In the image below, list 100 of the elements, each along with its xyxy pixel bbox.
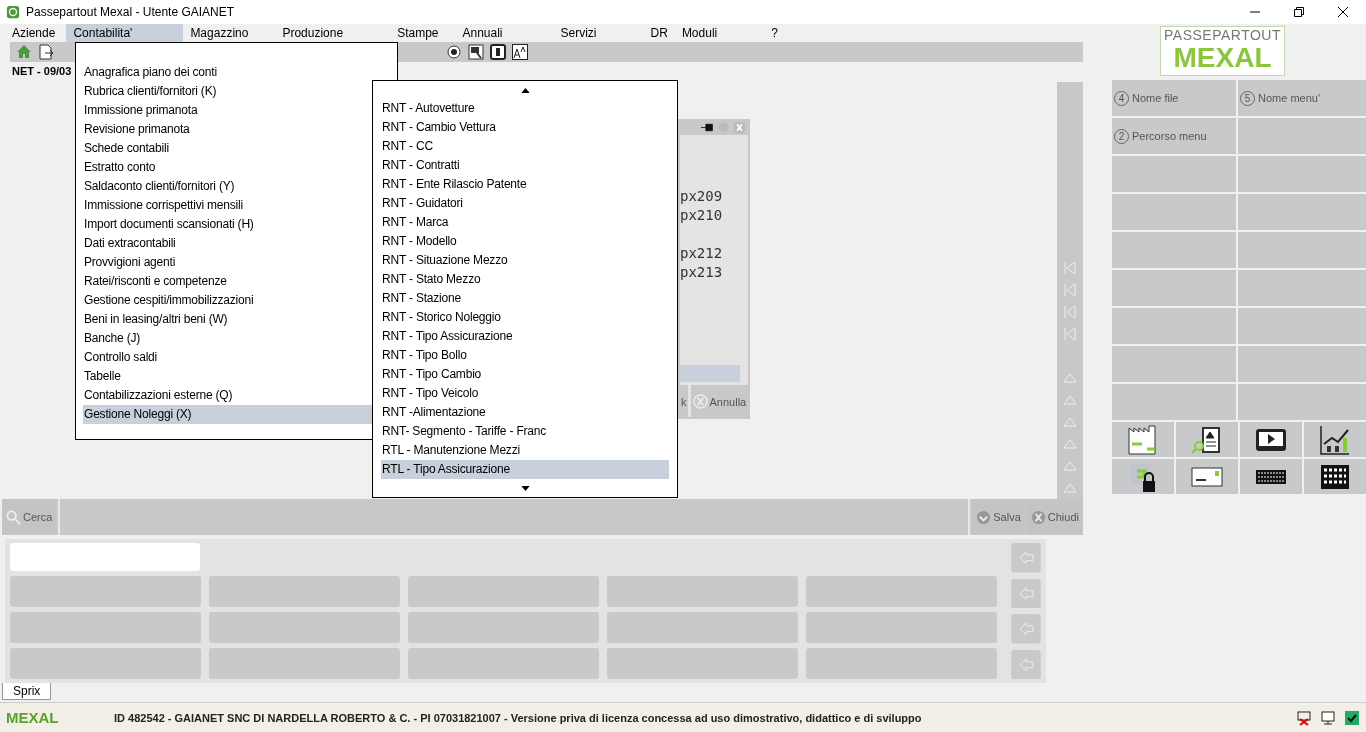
menu-item[interactable]: Contabilita' bbox=[66, 24, 184, 42]
close-button[interactable]: Chiudi bbox=[1026, 499, 1083, 535]
scroll-down-icon[interactable] bbox=[520, 486, 530, 491]
keypad-key[interactable] bbox=[209, 648, 400, 679]
menu-item[interactable]: Gestione cespiti/immobilizzazioni bbox=[83, 291, 254, 310]
menu-item[interactable]: RTL - Manutenzione Mezzi bbox=[381, 441, 669, 460]
menu-item[interactable]: RNT - Contratti bbox=[381, 156, 669, 175]
keypad-key[interactable] bbox=[10, 612, 201, 643]
menu-item[interactable]: RNT - Tipo Assicurazione bbox=[381, 327, 669, 346]
menu-item[interactable]: Servizi bbox=[553, 24, 604, 42]
envelope-icon[interactable] bbox=[1176, 459, 1238, 494]
menu-item[interactable]: Estratto conto bbox=[83, 158, 156, 177]
empty-cell[interactable] bbox=[1238, 232, 1366, 268]
up-icon[interactable] bbox=[1063, 415, 1077, 429]
menu-item[interactable]: RNT - Stazione bbox=[381, 289, 669, 308]
menu-item[interactable]: RNT - CC bbox=[381, 137, 669, 156]
home-icon[interactable] bbox=[16, 44, 32, 60]
menu-item[interactable]: Tabelle bbox=[83, 367, 121, 386]
menu-item[interactable]: Immissione primanota bbox=[83, 101, 198, 120]
menu-item[interactable]: RNT - Marca bbox=[381, 213, 669, 232]
keypad-key[interactable] bbox=[607, 612, 798, 643]
menu-item[interactable]: RNT- Segmento - Tariffe - Franc bbox=[381, 422, 669, 441]
chart-icon[interactable] bbox=[1304, 422, 1366, 457]
menu-item[interactable]: Ratei/risconti e competenze bbox=[83, 272, 227, 291]
empty-cell[interactable] bbox=[1112, 308, 1236, 344]
search-button[interactable]: Cerca bbox=[2, 499, 57, 535]
confirm-button[interactable]: k bbox=[680, 385, 688, 418]
menu-item[interactable]: RNT - Autovetture bbox=[381, 99, 669, 118]
menu-item[interactable]: Magazzino bbox=[183, 24, 256, 42]
lock-document-icon[interactable] bbox=[1112, 459, 1174, 494]
menu-item[interactable]: Schede contabili bbox=[83, 139, 169, 158]
maximize-icon[interactable] bbox=[1294, 7, 1304, 17]
tab[interactable]: Sprix bbox=[2, 683, 52, 700]
menu-item[interactable]: RNT - Situazione Mezzo bbox=[381, 251, 669, 270]
empty-cell[interactable] bbox=[1238, 308, 1366, 344]
input-field[interactable] bbox=[10, 543, 200, 571]
keyboard-icon[interactable] bbox=[1240, 459, 1302, 494]
menu-item[interactable]: RNT - Tipo Bollo bbox=[381, 346, 669, 365]
menu-item[interactable]: Contabilizzazioni esterne (Q) bbox=[83, 386, 233, 405]
keypad-key[interactable] bbox=[10, 576, 201, 607]
empty-cell[interactable] bbox=[1112, 384, 1236, 420]
backspace-icon[interactable] bbox=[1011, 543, 1041, 573]
keypad-key[interactable] bbox=[209, 612, 400, 643]
save-button[interactable]: Salva bbox=[972, 499, 1025, 535]
keypad-key[interactable] bbox=[209, 576, 400, 607]
info-cell[interactable]: 2 Percorso menu bbox=[1112, 118, 1236, 154]
radio-icon[interactable] bbox=[446, 44, 462, 60]
empty-cell[interactable] bbox=[1238, 346, 1366, 382]
empty-cell[interactable] bbox=[1238, 156, 1366, 192]
menu-item[interactable]: Provvigioni agenti bbox=[83, 253, 176, 272]
monitor-icon[interactable] bbox=[1320, 709, 1336, 726]
menu-item[interactable]: Stampe bbox=[390, 24, 446, 42]
menu-item[interactable]: Immissione corrispettivi mensili bbox=[83, 196, 243, 215]
menu-item[interactable]: RNT - Tipo Veicolo bbox=[381, 384, 669, 403]
close-icon[interactable] bbox=[1338, 7, 1348, 17]
menu-item[interactable]: RNT - Stato Mezzo bbox=[381, 270, 669, 289]
empty-cell[interactable] bbox=[1112, 346, 1236, 382]
keypad-key[interactable] bbox=[10, 648, 201, 679]
contrast-icon[interactable] bbox=[490, 44, 506, 60]
info-cell[interactable]: 5 Nome menu' bbox=[1238, 80, 1366, 116]
page-up-icon[interactable] bbox=[1063, 393, 1077, 407]
menu-item[interactable]: Anagrafica piano dei conti bbox=[83, 63, 217, 82]
video-icon[interactable] bbox=[1240, 422, 1302, 457]
empty-cell[interactable] bbox=[1238, 384, 1366, 420]
menu-item[interactable]: Saldaconto clienti/fornitori (Y) bbox=[83, 177, 235, 196]
menu-item[interactable]: Produzione bbox=[275, 24, 351, 42]
menu-item[interactable]: RNT - Guidatori bbox=[381, 194, 669, 213]
menu-item[interactable]: RNT - Ente Rilascio Patente bbox=[381, 175, 669, 194]
menu-item[interactable]: Annuali bbox=[455, 24, 510, 42]
menu-item[interactable]: Gestione Noleggi (X) bbox=[83, 405, 372, 424]
menu-item[interactable]: DR bbox=[643, 24, 675, 42]
keypad-key[interactable] bbox=[408, 576, 599, 607]
network-off-icon[interactable] bbox=[1296, 709, 1312, 726]
menu-item[interactable]: RTL - Tipo Assicurazione bbox=[381, 460, 669, 479]
menu-item[interactable]: Aziende bbox=[5, 24, 63, 42]
keypad-key[interactable] bbox=[806, 576, 997, 607]
pin-icon[interactable] bbox=[701, 121, 714, 134]
menu-item[interactable]: Beni in leasing/altri beni (W) bbox=[83, 310, 228, 329]
menu-item[interactable]: Rubrica clienti/fornitori (K) bbox=[83, 82, 217, 101]
empty-cell[interactable] bbox=[1112, 194, 1236, 230]
menu-item[interactable]: Dati extracontabili bbox=[83, 234, 176, 253]
first-page-icon[interactable] bbox=[1011, 649, 1041, 679]
keypad-key[interactable] bbox=[806, 648, 997, 679]
scroll-up-icon[interactable] bbox=[520, 88, 530, 93]
info-cell[interactable]: 4 Nome file bbox=[1112, 80, 1236, 116]
cancel-button[interactable]: Annulla bbox=[690, 385, 749, 418]
keypad-key[interactable] bbox=[607, 648, 798, 679]
menu-item[interactable]: Controllo saldi bbox=[83, 348, 158, 367]
menu-item[interactable]: RNT - Modello bbox=[381, 232, 669, 251]
keypad-key[interactable] bbox=[408, 648, 599, 679]
menu-item[interactable]: RNT - Cambio Vettura bbox=[381, 118, 669, 137]
grid-icon[interactable] bbox=[1304, 459, 1366, 494]
image-search-icon[interactable] bbox=[1176, 422, 1238, 457]
menu-item[interactable]: Import documenti scansionati (H) bbox=[83, 215, 254, 234]
page-up-icon[interactable] bbox=[1011, 578, 1041, 608]
empty-cell[interactable] bbox=[1238, 194, 1366, 230]
menu-item[interactable]: Revisione primanota bbox=[83, 120, 190, 139]
menu-item[interactable]: RNT -Alimentazione bbox=[381, 403, 669, 422]
monitor-icon[interactable] bbox=[468, 44, 484, 60]
empty-cell[interactable] bbox=[1238, 118, 1366, 154]
